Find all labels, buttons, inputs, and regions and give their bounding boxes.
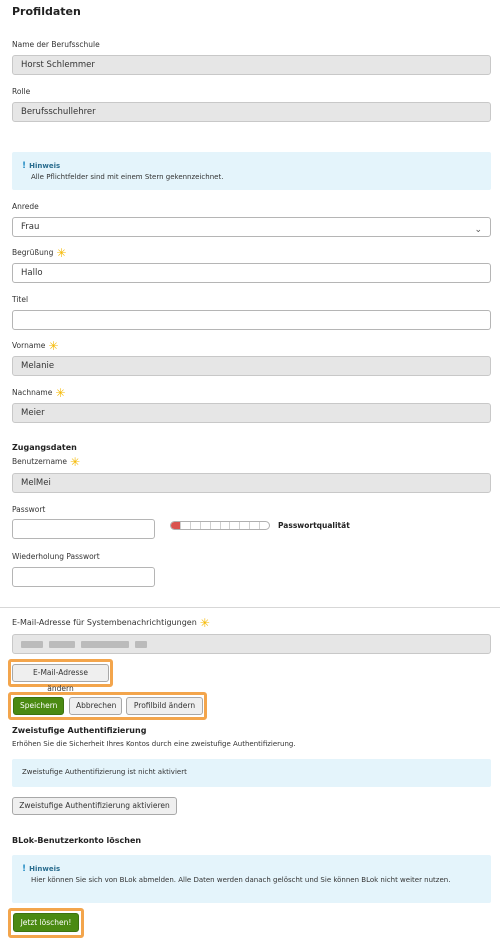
- salutation-select[interactable]: Frau ⌄: [12, 217, 491, 237]
- twofa-status: Zweistufige Authentifizierung ist nicht …: [12, 759, 491, 787]
- required-star-icon: ✳: [48, 339, 59, 353]
- firstname-label: Vorname ✳: [12, 339, 59, 353]
- school-label: Name der Berufsschule: [12, 40, 100, 49]
- page-title: Profildaten: [12, 5, 81, 18]
- delete-account-button[interactable]: Jetzt löschen!: [13, 913, 79, 932]
- greeting-label: Begrüßung ✳: [12, 246, 67, 260]
- password-quality-label: Passwortqualität: [278, 521, 350, 530]
- quality-segment: [181, 522, 191, 529]
- twofa-heading: Zweistufige Authentifizierung: [12, 726, 147, 735]
- required-fields-hint: ! Hinweis Alle Pflichtfelder sind mit ein…: [12, 152, 491, 190]
- change-picture-button[interactable]: Profilbild ändern: [126, 697, 203, 715]
- required-star-icon: ✳: [199, 616, 210, 630]
- repeat-password-label: Wiederholung Passwort: [12, 552, 100, 561]
- role-field: Berufsschullehrer: [12, 102, 491, 122]
- firstname-field: Melanie: [12, 356, 491, 376]
- quality-segment: [171, 522, 181, 529]
- password-label: Passwort: [12, 505, 46, 514]
- quality-segment: [250, 522, 261, 529]
- info-icon: !: [22, 161, 27, 171]
- title-label: Titel: [12, 295, 29, 304]
- access-heading: Zugangsdaten: [12, 443, 77, 452]
- activate-twofa-button[interactable]: Zweistufige Authentifizierung aktivieren: [12, 797, 177, 815]
- quality-segment: [191, 522, 201, 529]
- quality-segment: [211, 522, 221, 529]
- quality-segment: [201, 522, 211, 529]
- username-field: MelMei: [12, 473, 491, 493]
- email-field: [12, 634, 491, 654]
- info-icon: !: [22, 864, 27, 874]
- required-star-icon: ✳: [69, 455, 81, 469]
- save-button[interactable]: Speichern: [13, 697, 64, 715]
- twofa-description: Erhöhen Sie die Sicherheit Ihres Kontos …: [12, 740, 296, 748]
- lastname-field: Meier: [12, 403, 491, 423]
- quality-segment: [221, 522, 231, 529]
- cancel-button[interactable]: Abbrechen: [69, 697, 122, 715]
- required-star-icon: ✳: [55, 386, 66, 400]
- required-star-icon: ✳: [56, 246, 67, 260]
- lastname-label: Nachname ✳: [12, 386, 66, 400]
- role-label: Rolle: [12, 87, 31, 96]
- delete-hint: ! Hinweis Hier können Sie sich von BLok a…: [12, 855, 491, 903]
- salutation-label: Anrede: [12, 202, 39, 211]
- email-label: E-Mail-Adresse für Systembenachrichtigun…: [12, 616, 210, 630]
- school-field: Horst Schlemmer: [12, 55, 491, 75]
- quality-segment: [230, 522, 241, 529]
- change-email-button[interactable]: E-Mail-Adresse ändern: [12, 664, 109, 693]
- title-input[interactable]: [12, 310, 491, 330]
- divider: [0, 607, 500, 608]
- greeting-input[interactable]: Hallo: [12, 263, 491, 283]
- delete-heading: BLok-Benutzerkonto löschen: [12, 836, 142, 845]
- quality-segment: [260, 522, 269, 529]
- password-quality-bar: [170, 521, 270, 530]
- username-label: Benutzername ✳: [12, 455, 81, 469]
- chevron-down-icon: ⌄: [474, 225, 482, 235]
- password-input[interactable]: [12, 519, 155, 539]
- repeat-password-input[interactable]: [12, 567, 155, 587]
- quality-segment: [240, 522, 251, 529]
